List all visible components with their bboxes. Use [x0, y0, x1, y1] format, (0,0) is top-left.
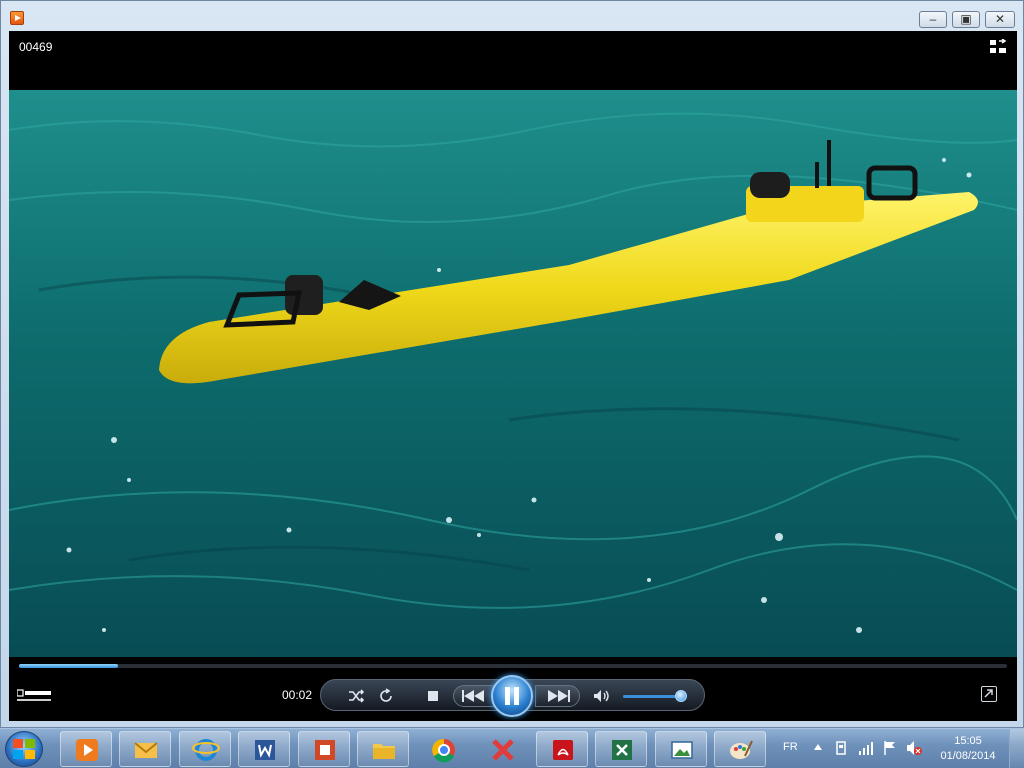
media-player-window: – ▣ ✕ 00469 00:02 [0, 0, 1024, 728]
windows-logo-icon [13, 739, 35, 759]
taskbar-google-chrome[interactable] [417, 731, 469, 767]
windows-media-player-icon [76, 739, 98, 761]
previous-icon [462, 690, 484, 702]
internet-explorer-icon [192, 739, 220, 761]
seek-progress [19, 664, 118, 668]
clock-date: 01/08/2014 [940, 750, 996, 762]
volume-thumb[interactable] [674, 690, 687, 702]
desktop: – ▣ ✕ 00469 00:02 FR 15:05 01/08/2014 [0, 0, 1024, 768]
taskbar-mail[interactable] [119, 731, 171, 767]
shuffle-icon [349, 689, 364, 703]
stop-button[interactable] [421, 680, 445, 712]
restore-icon: ▣ [960, 12, 972, 26]
mute-button[interactable] [591, 680, 613, 712]
next-button[interactable] [535, 685, 580, 707]
dolby-logo [17, 689, 51, 701]
close-button[interactable]: ✕ [985, 11, 1015, 28]
adobe-reader-icon [553, 740, 573, 760]
minimize-icon: – [929, 12, 937, 26]
repeat-button[interactable] [373, 680, 399, 712]
input-language-indicator[interactable]: FR [783, 741, 798, 753]
taskbar-adobe-reader[interactable] [536, 731, 588, 767]
player-area: 00469 00:02 [9, 31, 1017, 721]
taskbar-microsoft-powerpoint[interactable] [298, 731, 350, 767]
taskbar-windows-media-player[interactable] [60, 731, 112, 767]
taskbar-app-red-x[interactable] [476, 731, 528, 767]
switch-to-library-button[interactable] [981, 686, 997, 702]
usb-device-icon[interactable] [834, 740, 848, 756]
show-desktop-button[interactable] [1009, 729, 1024, 768]
elapsed-time: 00:02 [282, 688, 313, 702]
seek-bar[interactable] [19, 664, 1007, 668]
taskbar-paint[interactable] [714, 731, 766, 767]
action-center-flag-icon[interactable] [882, 740, 898, 756]
pause-button[interactable] [491, 675, 533, 717]
close-icon: ✕ [994, 12, 1006, 26]
taskbar-microsoft-excel[interactable] [595, 731, 647, 767]
photo-viewer-icon [671, 741, 693, 759]
media-title: 00469 [19, 40, 53, 54]
taskbar: FR 15:05 01/08/2014 [0, 728, 1024, 768]
taskbar-microsoft-word[interactable] [238, 731, 290, 767]
taskbar-photo-viewer[interactable] [655, 731, 707, 767]
network-signal-icon[interactable] [858, 740, 874, 756]
fullscreen-toggle-icon[interactable] [989, 39, 1007, 55]
google-chrome-icon [432, 738, 455, 763]
system-clock[interactable]: 15:05 01/08/2014 [938, 734, 998, 764]
volume-muted-icon[interactable] [906, 740, 922, 756]
show-hidden-icons-icon[interactable] [814, 744, 822, 750]
mail-icon [134, 742, 158, 758]
switch-to-library-icon [984, 689, 993, 698]
minimize-button[interactable]: – [919, 11, 947, 28]
microsoft-powerpoint-icon [315, 740, 335, 760]
next-icon [548, 690, 570, 702]
taskbar-file-explorer[interactable] [357, 731, 409, 767]
speaker-icon [594, 690, 609, 702]
paint-icon [730, 740, 753, 759]
microsoft-excel-icon [612, 740, 632, 760]
transport-controls [320, 675, 705, 717]
start-button[interactable] [5, 731, 43, 767]
title-bar[interactable]: – ▣ ✕ [1, 1, 1023, 31]
stop-icon [428, 691, 438, 701]
maximize-button[interactable]: ▣ [952, 11, 980, 28]
pause-icon [505, 687, 519, 705]
shuffle-button[interactable] [343, 680, 369, 712]
clock-time: 15:05 [954, 735, 982, 747]
microsoft-word-icon [255, 740, 275, 760]
taskbar-internet-explorer[interactable] [179, 731, 231, 767]
repeat-icon [380, 688, 392, 702]
video-frame[interactable] [9, 90, 1017, 657]
media-player-icon [10, 11, 24, 25]
folder-icon [373, 744, 395, 759]
red-x-app-icon [492, 739, 514, 761]
